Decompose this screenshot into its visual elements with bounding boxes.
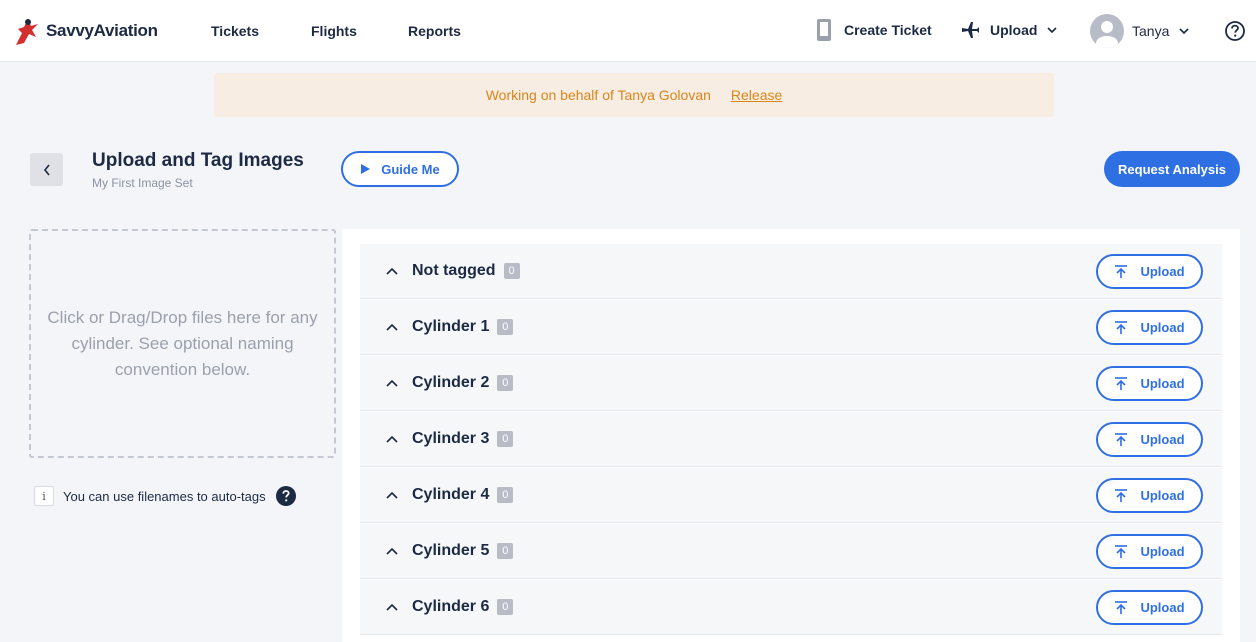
nav-flights[interactable]: Flights [311, 23, 357, 39]
group-upload-label: Upload [1140, 376, 1185, 391]
chevron-up-icon[interactable] [386, 323, 398, 331]
upload-arrow-icon [1115, 320, 1128, 334]
group-label: Cylinder 1 [412, 318, 490, 335]
help-circle-icon[interactable] [275, 486, 296, 506]
question-circle-icon[interactable] [1224, 20, 1246, 42]
info-icon: i [34, 486, 54, 506]
chevron-up-icon[interactable] [386, 379, 398, 387]
chevron-up-icon[interactable] [386, 435, 398, 443]
group-count-badge: 0 [497, 319, 514, 335]
hint-text: You can use filenames to auto-tags [63, 488, 266, 504]
chevron-down-icon [1179, 28, 1189, 34]
airplane-icon [962, 22, 979, 38]
group-upload-button[interactable]: Upload [1096, 478, 1203, 513]
guide-me-button[interactable]: Guide Me [341, 151, 459, 187]
group-row: Cylinder 6 0 Upload [360, 580, 1222, 635]
group-row: Cylinder 1 0 Upload [360, 300, 1222, 355]
chevron-left-icon [43, 164, 50, 175]
group-upload-button[interactable]: Upload [1096, 254, 1203, 289]
group-upload-button[interactable]: Upload [1096, 534, 1203, 569]
group-count-badge: 0 [497, 599, 514, 615]
group-label: Cylinder 5 [412, 542, 490, 559]
nav-reports[interactable]: Reports [408, 23, 461, 39]
user-icon [1096, 21, 1118, 48]
brand[interactable]: SavvyAviation [12, 15, 202, 47]
banner-message: Working on behalf of Tanya Golovan [485, 87, 711, 103]
upload-arrow-icon [1115, 600, 1128, 614]
chevron-up-icon[interactable] [386, 491, 398, 499]
group-upload-label: Upload [1140, 488, 1185, 503]
create-ticket-label: Create Ticket [844, 22, 932, 38]
group-row: Cylinder 3 0 Upload [360, 412, 1222, 467]
group-count-badge: 0 [497, 375, 514, 391]
chevron-up-icon[interactable] [386, 547, 398, 555]
top-navbar: SavvyAviation Tickets Flights Reports Cr… [0, 0, 1256, 62]
brand-name: SavvyAviation [46, 20, 158, 40]
create-ticket-button[interactable]: Create Ticket [816, 18, 932, 42]
group-upload-label: Upload [1140, 264, 1185, 279]
user-menu[interactable]: Tanya [1090, 14, 1189, 48]
group-upload-label: Upload [1140, 320, 1185, 335]
savvy-aviation-logo [16, 18, 38, 45]
guide-me-label: Guide Me [381, 161, 440, 177]
file-dropzone[interactable]: Click or Drag/Drop files here for any cy… [29, 229, 336, 458]
avatar [1090, 14, 1124, 48]
page-title: Upload and Tag Images [92, 150, 304, 171]
group-count-badge: 0 [503, 263, 520, 279]
group-upload-label: Upload [1140, 544, 1185, 559]
group-count-badge: 0 [497, 431, 514, 447]
request-analysis-button[interactable]: Request Analysis [1104, 151, 1240, 187]
upload-arrow-icon [1115, 264, 1128, 278]
user-name: Tanya [1132, 23, 1170, 39]
group-label: Cylinder 6 [412, 598, 490, 615]
group-upload-button[interactable]: Upload [1096, 590, 1203, 625]
upload-arrow-icon [1115, 376, 1128, 390]
cylinder-groups-panel: Not tagged 0 Upload Cylinder 1 0 Upload … [342, 229, 1240, 642]
group-row: Cylinder 4 0 Upload [360, 468, 1222, 523]
group-upload-button[interactable]: Upload [1096, 366, 1203, 401]
nav-tickets[interactable]: Tickets [211, 23, 259, 39]
upload-arrow-icon [1115, 488, 1128, 502]
group-upload-label: Upload [1140, 600, 1185, 615]
back-button[interactable] [30, 153, 63, 186]
upload-menu[interactable]: Upload [960, 20, 1058, 40]
group-upload-button[interactable]: Upload [1096, 310, 1203, 345]
group-row: Cylinder 2 0 Upload [360, 356, 1222, 411]
group-label: Cylinder 2 [412, 374, 490, 391]
group-label: Cylinder 3 [412, 430, 490, 447]
upload-menu-label: Upload [990, 22, 1038, 38]
play-icon [361, 164, 371, 174]
upload-arrow-icon [1115, 544, 1128, 558]
upload-arrow-icon [1115, 432, 1128, 446]
page-subtitle: My First Image Set [92, 176, 193, 190]
group-upload-label: Upload [1140, 432, 1185, 447]
group-count-badge: 0 [497, 543, 514, 559]
group-label: Not tagged [412, 262, 496, 279]
group-row: Cylinder 5 0 Upload [360, 524, 1222, 579]
group-count-badge: 0 [497, 487, 514, 503]
group-row: Not tagged 0 Upload [360, 244, 1222, 299]
filename-hint: i You can use filenames to auto-tags [34, 486, 296, 506]
chevron-up-icon[interactable] [386, 267, 398, 275]
chevron-up-icon[interactable] [386, 603, 398, 611]
phone-ticket-icon [817, 19, 831, 41]
dropzone-text: Click or Drag/Drop files here for any cy… [47, 307, 318, 379]
group-upload-button[interactable]: Upload [1096, 422, 1203, 457]
chevron-down-icon [1047, 27, 1058, 33]
release-link[interactable]: Release [731, 87, 782, 103]
group-label: Cylinder 4 [412, 486, 490, 503]
on-behalf-banner: Working on behalf of Tanya Golovan Relea… [214, 73, 1054, 117]
